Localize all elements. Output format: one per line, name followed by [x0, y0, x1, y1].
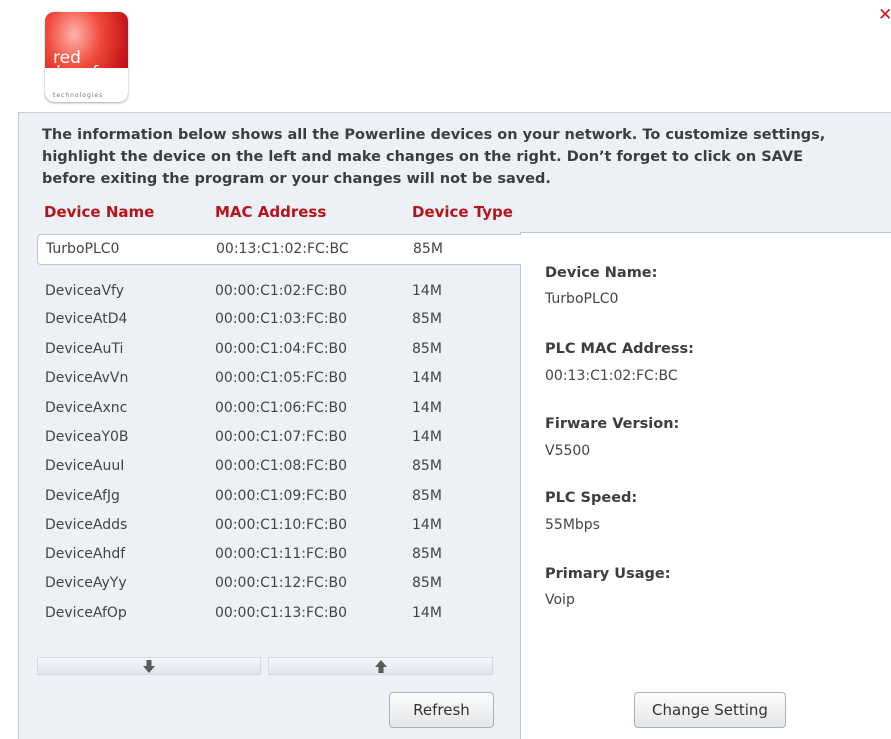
red-dwarf-logo: red dwarf technologies [45, 12, 128, 102]
primary-usage-label: Primary Usage: [545, 566, 671, 582]
arrow-down-icon [143, 659, 155, 673]
logo-text-dwarf: dwarf [50, 63, 99, 83]
header: red dwarf technologies ✕ [0, 0, 891, 112]
device-name-cell: DeviceAhdf [45, 546, 126, 562]
device-row[interactable]: DeviceAfOp 00:00:C1:13:FC:B0 14M [37, 599, 521, 630]
mac-address-cell: 00:00:C1:03:FC:B0 [215, 311, 348, 327]
plc-speed-value: 55Mbps [545, 517, 600, 533]
intro-line-2: highlight the device on the left and mak… [42, 149, 804, 165]
mac-address-cell: 00:00:C1:02:FC:B0 [215, 283, 348, 299]
mac-address-cell: 00:00:C1:05:FC:B0 [215, 370, 348, 386]
mac-address-label: PLC MAC Address: [545, 341, 694, 357]
device-name-cell: DeviceAyYy [45, 575, 127, 591]
column-header-device-name: Device Name [44, 203, 155, 221]
device-type-cell: 85M [412, 341, 442, 357]
mac-address-cell: 00:00:C1:09:FC:B0 [215, 488, 348, 504]
scroll-down-button[interactable] [37, 657, 261, 675]
primary-usage-value: Voip [545, 592, 575, 608]
mac-address-cell: 00:00:C1:11:FC:B0 [215, 546, 348, 562]
device-name-cell: DeviceAfOp [45, 605, 127, 621]
mac-address-cell: 00:00:C1:08:FC:B0 [215, 458, 348, 474]
device-row[interactable]: DeviceAyYy 00:00:C1:12:FC:B0 85M [37, 569, 521, 600]
device-row[interactable]: DeviceAvVn 00:00:C1:05:FC:B0 14M [37, 364, 521, 395]
device-row[interactable]: DeviceAtD4 00:00:C1:03:FC:B0 85M [37, 305, 521, 336]
device-type-cell: 85M [412, 546, 442, 562]
device-name-cell: DeviceaVfy [45, 283, 125, 299]
device-name-cell: TurboPLC0 [46, 241, 120, 257]
device-type-cell: 14M [412, 283, 442, 299]
device-name-cell: DeviceAuTi [45, 341, 124, 357]
column-header-device-type: Device Type [412, 203, 513, 221]
device-row[interactable]: DeviceAdds 00:00:C1:10:FC:B0 14M [37, 511, 521, 542]
mac-address-cell: 00:00:C1:12:FC:B0 [215, 575, 348, 591]
device-type-cell: 14M [412, 605, 442, 621]
device-row[interactable]: DeviceAxnc 00:00:C1:06:FC:B0 14M [37, 394, 521, 425]
device-name-cell: DeviceAtD4 [45, 311, 128, 327]
mac-address-cell: 00:00:C1:07:FC:B0 [215, 429, 348, 445]
scroll-up-button[interactable] [268, 657, 493, 675]
intro-line-1: The information below shows all the Powe… [42, 127, 826, 143]
device-row[interactable]: DeviceAhdf 00:00:C1:11:FC:B0 85M [37, 540, 521, 571]
firmware-version-value: V5500 [545, 443, 591, 459]
arrow-up-icon [374, 659, 387, 673]
mac-address-cell: 00:00:C1:13:FC:B0 [215, 605, 348, 621]
device-type-cell: 85M [413, 241, 443, 257]
device-row[interactable]: DeviceAuuI 00:00:C1:08:FC:B0 85M [37, 452, 521, 483]
device-type-cell: 14M [412, 429, 442, 445]
refresh-button[interactable]: Refresh [389, 692, 494, 728]
device-type-cell: 85M [412, 488, 442, 504]
device-name-cell: DeviceAuuI [45, 458, 125, 474]
logo-text-technologies: technologies [53, 92, 104, 99]
device-name-label: Device Name: [545, 265, 658, 281]
mac-address-cell: 00:00:C1:10:FC:B0 [215, 517, 348, 533]
column-header-mac-address: MAC Address [215, 203, 327, 221]
device-type-cell: 14M [412, 517, 442, 533]
intro-text: The information below shows all the Powe… [42, 124, 891, 190]
device-type-cell: 85M [412, 311, 442, 327]
device-name-cell: DeviceAvVn [45, 370, 129, 386]
device-type-cell: 85M [412, 458, 442, 474]
plc-speed-label: PLC Speed: [545, 490, 638, 506]
device-type-cell: 14M [412, 400, 442, 416]
device-name-cell: DeviceAfJg [45, 488, 120, 504]
device-row[interactable]: DeviceAuTi 00:00:C1:04:FC:B0 85M [37, 335, 521, 366]
firmware-version-label: Firware Version: [545, 416, 680, 432]
device-type-cell: 14M [412, 370, 442, 386]
device-row[interactable]: DeviceAfJg 00:00:C1:09:FC:B0 85M [37, 482, 521, 513]
close-icon[interactable]: ✕ [878, 4, 891, 26]
device-name-cell: DeviceAdds [45, 517, 128, 533]
change-setting-button[interactable]: Change Setting [634, 692, 786, 728]
device-name-value: TurboPLC0 [545, 291, 619, 307]
device-row-selected[interactable]: TurboPLC0 00:13:C1:02:FC:BC 85M [37, 234, 521, 265]
mac-address-cell: 00:00:C1:06:FC:B0 [215, 400, 348, 416]
device-row[interactable]: DeviceaVfy 00:00:C1:02:FC:B0 14M [37, 277, 521, 308]
device-name-cell: DeviceaY0B [45, 429, 129, 445]
device-details-panel [520, 232, 891, 739]
device-row[interactable]: DeviceaY0B 00:00:C1:07:FC:B0 14M [37, 423, 521, 454]
device-type-cell: 85M [412, 575, 442, 591]
intro-line-3: before exiting the program or your chang… [42, 171, 551, 187]
mac-address-value: 00:13:C1:02:FC:BC [545, 368, 678, 384]
mac-address-cell: 00:13:C1:02:FC:BC [216, 241, 349, 257]
device-name-cell: DeviceAxnc [45, 400, 128, 416]
mac-address-cell: 00:00:C1:04:FC:B0 [215, 341, 348, 357]
